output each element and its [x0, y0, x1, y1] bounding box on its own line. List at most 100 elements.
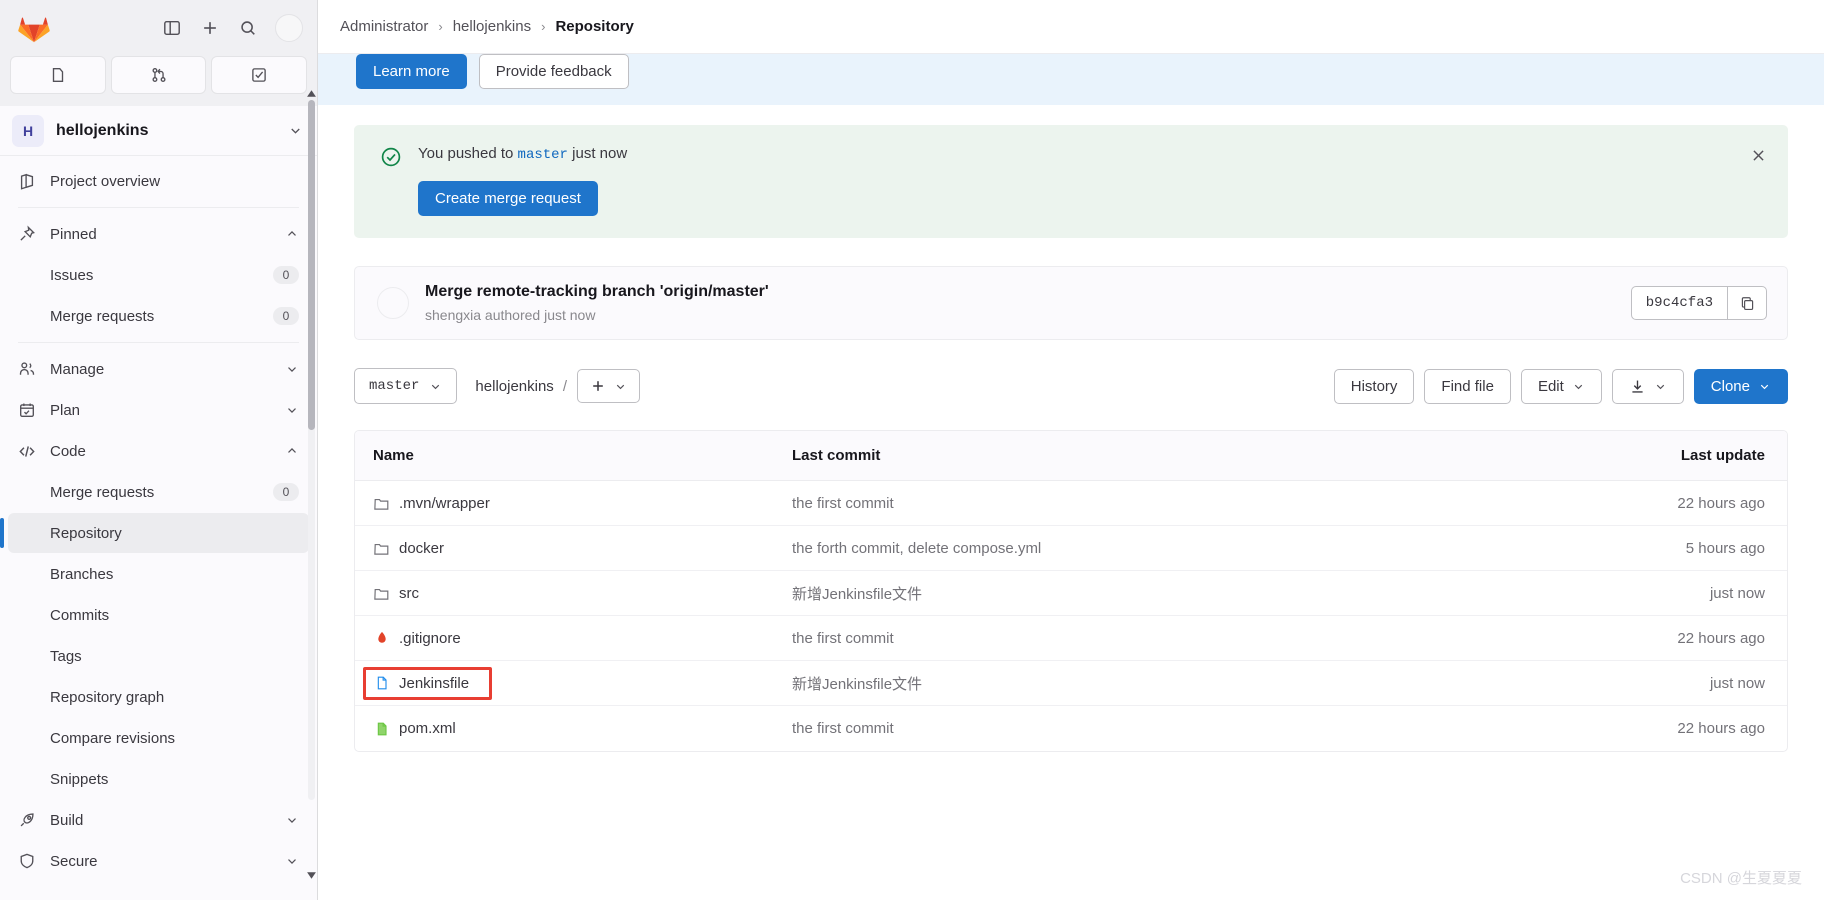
sidebar-item-compare-revisions[interactable]: Compare revisions [8, 718, 309, 758]
sidebar-item-commits[interactable]: Commits [8, 595, 309, 635]
file-name-cell[interactable]: docker [355, 540, 792, 557]
file-name-cell[interactable]: src [355, 585, 792, 602]
close-icon[interactable] [1746, 143, 1770, 167]
push-alert-branch[interactable]: master [518, 147, 568, 163]
sidebar-group-pinned[interactable]: Pinned [8, 214, 309, 254]
breadcrumb-item-administrator[interactable]: Administrator [340, 18, 428, 35]
calendar-icon [18, 401, 36, 419]
commit-title[interactable]: Merge remote-tracking branch 'origin/mas… [425, 283, 1615, 301]
sidebar-group-build[interactable]: Build [8, 800, 309, 840]
file-last-update: just now [1709, 584, 1765, 602]
file-commit-message[interactable]: the first commit [792, 630, 1537, 647]
xml-file-icon [373, 720, 390, 737]
code-icon [18, 442, 36, 460]
chevron-down-icon [1760, 384, 1769, 389]
sidebar-item-tags[interactable]: Tags [8, 636, 309, 676]
scroll-down-arrow-icon[interactable] [306, 870, 317, 881]
sidebar-group-code[interactable]: Code [8, 431, 309, 471]
toolbar-actions: History Find file Edit Clone [1333, 368, 1788, 404]
file-commit-message[interactable]: 新增Jenkinsfile文件 [792, 583, 1537, 604]
sidebar-item-snippets[interactable]: Snippets [8, 759, 309, 799]
file-name-cell[interactable]: pom.xml [355, 720, 792, 737]
sidebar-item-label: Repository [50, 524, 122, 542]
clone-button[interactable]: Clone [1693, 368, 1788, 404]
column-header-last-update: Last update [1680, 447, 1765, 464]
history-button[interactable]: History [1333, 368, 1415, 404]
path-root[interactable]: hellojenkins [475, 378, 553, 395]
breadcrumb-item-repository[interactable]: Repository [555, 18, 633, 35]
push-alert-prefix: You pushed to [418, 145, 514, 162]
file-last-update: just now [1709, 674, 1765, 692]
gitlab-logo-icon[interactable] [18, 12, 50, 44]
issues-quick-icon[interactable] [10, 56, 106, 94]
todos-quick-icon[interactable] [211, 56, 308, 94]
commit-meta: shengxia authored just now [425, 307, 596, 323]
table-row[interactable]: pom.xml the first commit 22 hours ago [355, 706, 1787, 751]
sidebar-item-repository-graph[interactable]: Repository graph [8, 677, 309, 717]
commit-details: Merge remote-tracking branch 'origin/mas… [425, 283, 1615, 323]
download-button[interactable] [1611, 368, 1684, 404]
breadcrumb-item-hellojenkins[interactable]: hellojenkins [453, 18, 531, 35]
file-last-update: 22 hours ago [1677, 720, 1765, 737]
file-commit-message[interactable]: 新增Jenkinsfile文件 [792, 673, 1537, 694]
file-commit-message[interactable]: the first commit [792, 720, 1537, 737]
file-name-cell[interactable]: .gitignore [355, 630, 792, 647]
search-icon[interactable] [231, 11, 265, 45]
copy-icon[interactable] [1727, 286, 1767, 320]
sidebar-item-label: Project overview [50, 172, 161, 190]
sidebar-item-project-overview[interactable]: Project overview [8, 161, 309, 201]
file-name[interactable]: .gitignore [399, 630, 461, 647]
users-icon [18, 360, 36, 378]
sidebar-item-label: Tags [50, 647, 82, 665]
table-row[interactable]: .mvn/wrapper the first commit 22 hours a… [355, 481, 1787, 526]
file-commit-message[interactable]: the forth commit, delete compose.yml [792, 540, 1537, 557]
sidebar-item-label: Manage [50, 360, 105, 378]
merge-requests-count-badge: 0 [273, 307, 299, 325]
file-name-cell[interactable]: .mvn/wrapper [355, 495, 792, 512]
sidebar-item-pinned-merge-requests[interactable]: Merge requests 0 [8, 296, 309, 336]
add-to-repository-button[interactable] [576, 369, 640, 403]
commit-sha-group: b9c4cfa3 [1630, 286, 1767, 320]
sidebar-group-plan[interactable]: Plan [8, 390, 309, 430]
file-name[interactable]: docker [399, 540, 444, 557]
provide-feedback-button[interactable]: Provide feedback [478, 54, 629, 89]
push-alert-cta-wrap: Create merge request [418, 181, 1766, 216]
edit-button[interactable]: Edit [1520, 368, 1602, 404]
sidebar-scrollbar[interactable] [308, 100, 315, 800]
table-row[interactable]: .gitignore the first commit 22 hours ago [355, 616, 1787, 661]
scroll-up-arrow-icon[interactable] [306, 88, 317, 99]
sidebar-group-secure[interactable]: Secure [8, 841, 309, 881]
sidebar-item-branches[interactable]: Branches [8, 554, 309, 594]
file-name[interactable]: Jenkinsfile [399, 675, 469, 692]
commit-sha[interactable]: b9c4cfa3 [1630, 286, 1727, 320]
sidebar-scrollbar-thumb[interactable] [308, 100, 315, 430]
main-content: Administrator › hellojenkins › Repositor… [318, 0, 1824, 900]
sidebar-item-issues[interactable]: Issues 0 [8, 255, 309, 295]
file-commit-message[interactable]: the first commit [792, 495, 1537, 512]
table-row[interactable]: docker the forth commit, delete compose.… [355, 526, 1787, 571]
create-merge-request-button[interactable]: Create merge request [418, 181, 598, 216]
sidebar-item-code-merge-requests[interactable]: Merge requests 0 [8, 472, 309, 512]
new-item-icon[interactable] [193, 11, 227, 45]
sidebar-item-repository[interactable]: Repository [0, 513, 309, 553]
merge-requests-quick-icon[interactable] [110, 56, 207, 94]
sidebar-item-label: Compare revisions [50, 729, 176, 747]
sidebar-toggle-icon[interactable] [155, 11, 189, 45]
commit-author-avatar[interactable] [377, 287, 409, 319]
table-row[interactable]: Jenkinsfile 新增Jenkinsfile文件 just now [355, 661, 1787, 706]
sidebar-group-manage[interactable]: Manage [8, 349, 309, 389]
project-switcher[interactable]: H hellojenkins [0, 106, 317, 156]
file-name[interactable]: .mvn/wrapper [399, 495, 490, 512]
user-avatar[interactable] [275, 14, 303, 42]
file-last-update: 22 hours ago [1677, 494, 1765, 512]
learn-more-button[interactable]: Learn more [356, 54, 467, 89]
file-name[interactable]: src [399, 585, 419, 602]
sidebar: H hellojenkins Project overview Pinned I… [0, 0, 318, 900]
path-breadcrumb: hellojenkins / [475, 378, 567, 395]
table-row[interactable]: src 新增Jenkinsfile文件 just now [355, 571, 1787, 616]
sidebar-item-label: Merge requests [50, 483, 155, 501]
file-name[interactable]: pom.xml [399, 720, 456, 737]
find-file-button[interactable]: Find file [1424, 368, 1511, 404]
branch-selector[interactable]: master [354, 368, 458, 404]
file-name-cell[interactable]: Jenkinsfile [355, 666, 792, 700]
